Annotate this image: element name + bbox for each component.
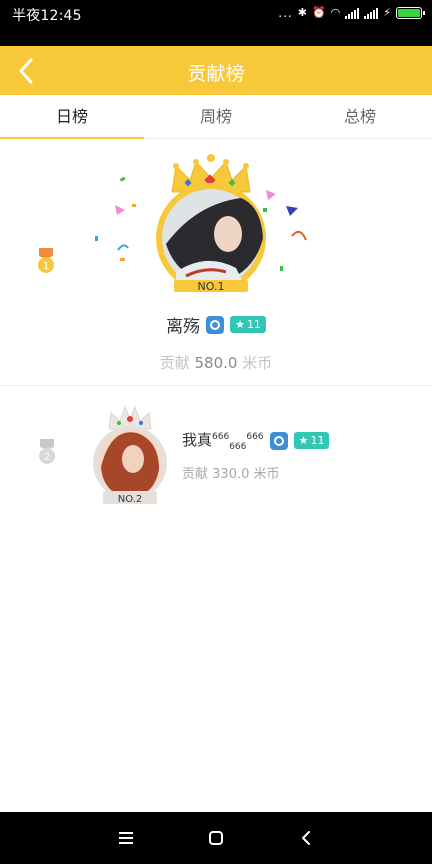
contribution-second: 贡献 330.0 米币 — [182, 463, 280, 482]
star-icon: ★ — [235, 318, 245, 331]
contribution-unit: 米币 — [253, 467, 280, 482]
contribution-first: 贡献 580.0 米币 — [0, 352, 432, 373]
level-value: 11 — [310, 434, 325, 447]
name-part: 我真 — [182, 431, 213, 449]
tab-weekly[interactable]: 周榜 — [144, 95, 288, 138]
battery-icon — [396, 7, 425, 19]
user-name-first: 离殇 — [166, 317, 201, 337]
status-time: 半夜12:45 — [12, 8, 82, 24]
alarm-icon: ⏰ — [311, 6, 326, 19]
status-icons: ... ✱ ⏰ ◠ ⚡ — [278, 6, 425, 20]
level-value: 11 — [246, 318, 261, 331]
rank-label-first: NO.1 — [198, 280, 225, 292]
medal-number: 1 — [43, 261, 49, 272]
more-dots: ... — [278, 6, 293, 20]
level-badge-second: ★ 11 — [293, 432, 330, 449]
level-badge-first: ★ 11 — [230, 316, 266, 333]
system-back-button[interactable] — [261, 812, 351, 864]
ring-icon — [273, 435, 284, 446]
menu-button[interactable] — [81, 812, 171, 864]
charging-icon: ⚡ — [383, 6, 391, 19]
gold-medal-icon: 1 — [38, 248, 54, 273]
tab-daily[interactable]: 日榜 — [0, 95, 144, 139]
signal-icon — [345, 7, 360, 19]
avatar-second-place[interactable]: NO.2 — [91, 401, 169, 505]
name-row-first: 离殇 ★ 11 — [0, 312, 432, 337]
home-square-icon — [209, 831, 223, 845]
avatar-first-place[interactable]: NO.1 — [146, 152, 276, 292]
wifi-icon: ◠ — [330, 6, 341, 19]
name-sup-2: 666 — [246, 432, 264, 442]
back-triangle-icon — [302, 831, 310, 845]
system-nav-bar — [0, 812, 432, 864]
silver-medal-icon: 2 — [39, 439, 55, 464]
rank-first[interactable]: 1 NO.1 离殇 ★ 11 贡献 580.0 米币 — [0, 140, 432, 386]
status-bar: 半夜12:45 ... ✱ ⏰ ◠ ⚡ — [0, 0, 432, 46]
user-name-second: 我真666666666 — [182, 429, 264, 452]
contribution-label: 贡献 — [182, 467, 209, 482]
vip-badge — [206, 315, 225, 334]
ranking-tabs: 日榜 周榜 总榜 — [0, 95, 432, 139]
name-sup: 666 — [212, 432, 230, 442]
name-row-second: 我真666666666 ★ 11 — [182, 429, 330, 452]
contribution-label: 贡献 — [159, 354, 190, 372]
menu-icon — [119, 832, 133, 844]
page-title: 贡献榜 — [187, 63, 245, 85]
tab-total[interactable]: 总榜 — [288, 95, 432, 138]
ring-icon — [210, 319, 221, 330]
contribution-unit: 米币 — [242, 354, 273, 372]
app-header: 贡献榜 — [0, 46, 432, 95]
medal-number: 2 — [44, 452, 50, 463]
battery-level — [398, 9, 420, 17]
vip-badge — [269, 431, 288, 450]
contribution-value: 330.0 — [212, 467, 250, 482]
home-button[interactable] — [171, 812, 261, 864]
rank-second[interactable]: 2 NO.2 我真666666666 ★ 11 贡献 330.0 米币 — [0, 387, 432, 517]
contribution-value: 580.0 — [194, 354, 238, 372]
star-icon: ★ — [298, 434, 309, 447]
name-sub: 666 — [229, 442, 247, 452]
signal-icon-2 — [364, 7, 379, 19]
bluetooth-icon: ✱ — [297, 6, 307, 19]
rank-label-second: NO.2 — [118, 494, 143, 505]
